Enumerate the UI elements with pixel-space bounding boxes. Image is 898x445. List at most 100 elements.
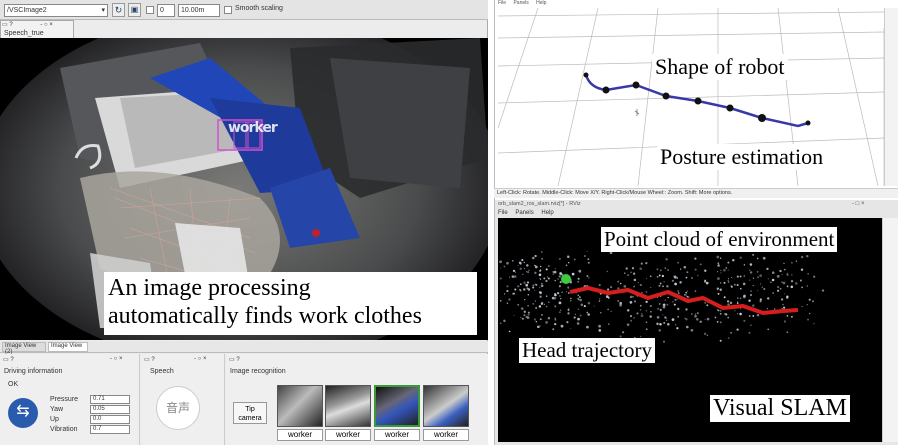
point-cloud-caption: Point cloud of environment <box>601 227 838 252</box>
recognition-thumbnail[interactable] <box>325 385 371 427</box>
point-cloud-dot <box>782 303 784 306</box>
point-cloud-dot <box>786 285 789 288</box>
menu-panels[interactable]: Panels <box>513 0 528 6</box>
point-cloud-dot <box>570 327 572 330</box>
point-cloud-dot <box>719 339 722 342</box>
menu-help[interactable]: Help <box>541 210 553 216</box>
point-cloud-dot <box>801 255 804 259</box>
point-cloud-dot <box>559 285 561 288</box>
point-cloud-dot <box>526 264 529 267</box>
point-cloud-dot <box>573 258 576 261</box>
frame-checkbox[interactable] <box>146 6 154 14</box>
dock-icon[interactable]: ▭ <box>2 22 8 28</box>
smooth-scaling-checkbox[interactable] <box>224 6 232 14</box>
save-image-button[interactable]: ▣ <box>128 3 141 17</box>
point-cloud-dot <box>663 340 665 343</box>
point-cloud-dot <box>801 286 803 289</box>
rviz-side-scroll[interactable] <box>884 8 898 186</box>
point-cloud-dot <box>752 284 754 287</box>
driving-close-icon[interactable]: - ○ × <box>110 356 122 362</box>
point-cloud-dot <box>739 256 742 259</box>
yaw-field[interactable]: 0.05 <box>90 405 130 414</box>
close-icon[interactable]: - ○ × <box>40 22 52 28</box>
menu-file[interactable]: File <box>498 210 508 216</box>
point-cloud-dot <box>813 275 816 278</box>
speech-titlebar-icons: ▭ ? <box>144 357 155 363</box>
recognition-label: worker <box>277 429 323 441</box>
point-cloud-dot <box>579 298 582 302</box>
point-cloud-dot <box>683 293 686 296</box>
help-icon[interactable]: ? <box>9 22 12 28</box>
speech-button[interactable]: 音声 <box>156 386 200 430</box>
point-cloud-dot <box>598 297 601 300</box>
point-cloud-dot <box>659 308 662 312</box>
point-cloud-dot <box>538 273 542 277</box>
point-cloud-dot <box>685 294 687 296</box>
point-cloud-dot <box>641 313 643 315</box>
recognition-thumbnail[interactable] <box>423 385 469 427</box>
point-cloud-dot <box>556 291 560 295</box>
point-cloud-dot <box>527 305 529 307</box>
recognition-label: worker <box>423 429 469 441</box>
point-cloud-dot <box>662 285 664 288</box>
frame-spinbox[interactable]: 0 <box>157 4 175 17</box>
point-cloud-dot <box>677 290 679 292</box>
up-field[interactable]: 0.0 <box>90 415 130 424</box>
point-cloud-dot <box>661 274 665 278</box>
menu-help[interactable]: Help <box>536 0 546 6</box>
frame-rate-spinbox[interactable]: 10.00m <box>178 4 220 17</box>
point-cloud-dot <box>723 281 726 284</box>
slam-window-controls[interactable]: - □ × <box>852 201 864 207</box>
point-cloud-dot <box>667 323 670 326</box>
recognition-thumbnail[interactable] <box>277 385 323 427</box>
point-cloud-dot <box>774 308 776 310</box>
point-cloud-dot <box>560 298 562 300</box>
topic-select[interactable]: /VSCImage2 ▾ <box>4 4 108 17</box>
tab-image-view[interactable]: Image View <box>48 342 88 352</box>
widget-titlebar: ▭ ? - ○ × <box>2 21 72 29</box>
vibration-label: Vibration <box>50 426 78 433</box>
refresh-button[interactable]: ↻ <box>112 3 125 17</box>
recognition-thumbnail-selected[interactable] <box>374 385 420 427</box>
point-cloud-dot <box>671 279 674 282</box>
point-cloud-dot <box>694 313 696 315</box>
point-cloud-dot <box>808 298 811 301</box>
point-cloud-dot <box>535 320 538 323</box>
point-cloud-dot <box>662 314 664 316</box>
slam-side-scroll[interactable] <box>882 218 898 442</box>
point-cloud-dot <box>567 292 569 294</box>
point-cloud-dot <box>629 295 633 299</box>
speech-close-icon[interactable]: - ○ × <box>194 356 206 362</box>
point-cloud-dot <box>545 279 548 283</box>
point-cloud-dot <box>520 283 522 285</box>
point-cloud-dot <box>812 300 814 303</box>
menu-panels[interactable]: Panels <box>515 210 533 216</box>
point-cloud-dot <box>607 308 609 311</box>
point-cloud-dot <box>736 275 739 278</box>
point-cloud-dot <box>545 305 548 308</box>
point-cloud-dot <box>645 310 647 312</box>
point-cloud-dot <box>650 310 652 313</box>
point-cloud-dot <box>629 315 633 318</box>
point-cloud-dot <box>568 307 570 310</box>
point-cloud-dot <box>662 305 666 309</box>
point-cloud-dot <box>517 265 519 267</box>
point-cloud-dot <box>716 287 719 290</box>
recognition-label: worker <box>374 429 420 441</box>
point-cloud-dot <box>719 288 722 292</box>
speech-title: Speech <box>150 368 174 375</box>
driving-direction-button[interactable]: ⇆ <box>8 398 38 428</box>
driving-status: OK <box>8 381 19 388</box>
point-cloud-dot <box>622 331 625 334</box>
tip-camera-button[interactable]: Tip camera <box>233 402 267 424</box>
point-cloud-dot <box>696 312 699 315</box>
point-cloud-dot <box>527 313 530 316</box>
point-cloud-dot <box>742 282 746 286</box>
vibration-field[interactable]: 0.7 <box>90 425 130 434</box>
point-cloud-dot <box>704 269 707 272</box>
pressure-field[interactable]: 0.71 <box>90 395 130 404</box>
menu-file[interactable]: File <box>498 0 506 6</box>
point-cloud-dot <box>608 323 610 325</box>
tab-image-view-2[interactable]: Image View (2) <box>2 342 46 355</box>
point-cloud-dot <box>607 296 610 299</box>
